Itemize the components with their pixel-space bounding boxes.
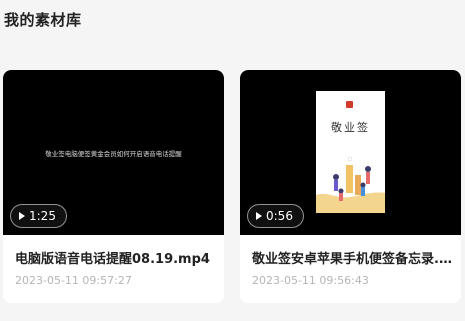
duration-badge[interactable]: 0:56 bbox=[247, 204, 304, 228]
play-icon bbox=[256, 212, 262, 220]
file-name: 电脑版语音电话提醒08.19.mp4 bbox=[15, 252, 210, 267]
material-card[interactable]: 敬业签 0:56 敬业签安卓苹果手机便签备忘录.mp4 2023-05-11 0… bbox=[240, 70, 461, 303]
poster-image: 敬业签 bbox=[316, 91, 385, 213]
upload-time: 2023-05-11 09:56:43 bbox=[252, 274, 369, 287]
duration-badge[interactable]: 1:25 bbox=[10, 204, 67, 228]
page-title: 我的素材库 bbox=[4, 11, 82, 29]
upload-time: 2023-05-11 09:57:27 bbox=[15, 274, 132, 287]
brand-logo-icon bbox=[346, 101, 353, 108]
file-name: 敬业签安卓苹果手机便签备忘录.mp4 bbox=[252, 252, 454, 267]
video-caption: 敬业签电脑便签黄金会员如何开启语音电话提醒 bbox=[45, 150, 182, 158]
poster-title: 敬业签 bbox=[331, 121, 370, 134]
video-thumbnail[interactable]: 敬业签电脑便签黄金会员如何开启语音电话提醒 1:25 bbox=[3, 70, 224, 235]
video-thumbnail[interactable]: 敬业签 0:56 bbox=[240, 70, 461, 235]
material-card[interactable]: 敬业签电脑便签黄金会员如何开启语音电话提醒 1:25 电脑版语音电话提醒08.1… bbox=[3, 70, 224, 303]
people-illustration-icon bbox=[316, 156, 385, 213]
duration-text: 0:56 bbox=[266, 209, 293, 223]
play-icon bbox=[19, 212, 25, 220]
duration-text: 1:25 bbox=[29, 209, 56, 223]
